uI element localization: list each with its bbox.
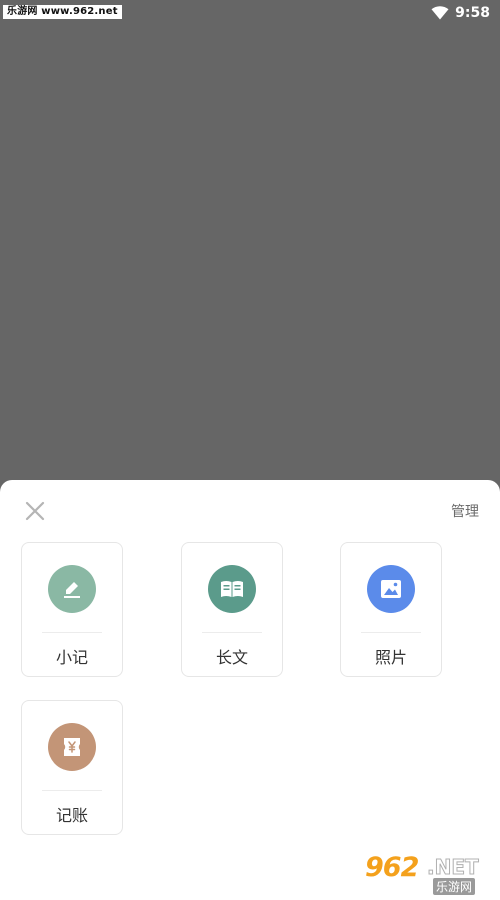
option-card-photo[interactable]: 照片 (340, 542, 442, 677)
option-label-photo: 照片 (374, 648, 407, 667)
status-right: 9:58 (431, 3, 490, 23)
card-divider (42, 632, 102, 633)
book-icon (221, 581, 243, 597)
option-label-article: 长文 (215, 648, 248, 667)
image-icon (381, 580, 401, 598)
article-icon-circle (208, 565, 256, 613)
watermark-top: 乐游网 www.962.net (3, 5, 122, 19)
card-divider (202, 632, 262, 633)
card-divider (361, 632, 421, 633)
manage-button[interactable]: 管理 (451, 501, 479, 521)
option-card-article[interactable]: 长文 (181, 542, 283, 677)
watermark-logo: 962 .NET 乐游网 (361, 852, 493, 895)
watermark-brand: 962 (365, 852, 419, 883)
option-card-bookkeeping[interactable]: 记账 (21, 700, 123, 835)
receipt-yen-icon (64, 738, 80, 756)
screen: 乐游网 www.962.net 9:58 管理 小记 长文 照片 记账 962 … (0, 0, 500, 900)
wifi-icon (431, 6, 449, 20)
photo-icon-circle (367, 565, 415, 613)
option-card-note[interactable]: 小记 (21, 542, 123, 677)
close-icon (25, 501, 45, 521)
watermark-cn: 乐游网 (433, 878, 476, 895)
option-label-bookkeeping: 记账 (55, 806, 88, 825)
note-icon-circle (48, 565, 96, 613)
bookkeeping-icon-circle (48, 723, 96, 771)
card-divider (42, 790, 102, 791)
option-label-note: 小记 (55, 648, 88, 667)
pencil-icon (64, 582, 80, 598)
status-bar: 乐游网 www.962.net 9:58 (0, 0, 500, 26)
status-time: 9:58 (455, 5, 490, 21)
close-button[interactable] (22, 498, 48, 524)
watermark-net: .NET (427, 855, 480, 880)
